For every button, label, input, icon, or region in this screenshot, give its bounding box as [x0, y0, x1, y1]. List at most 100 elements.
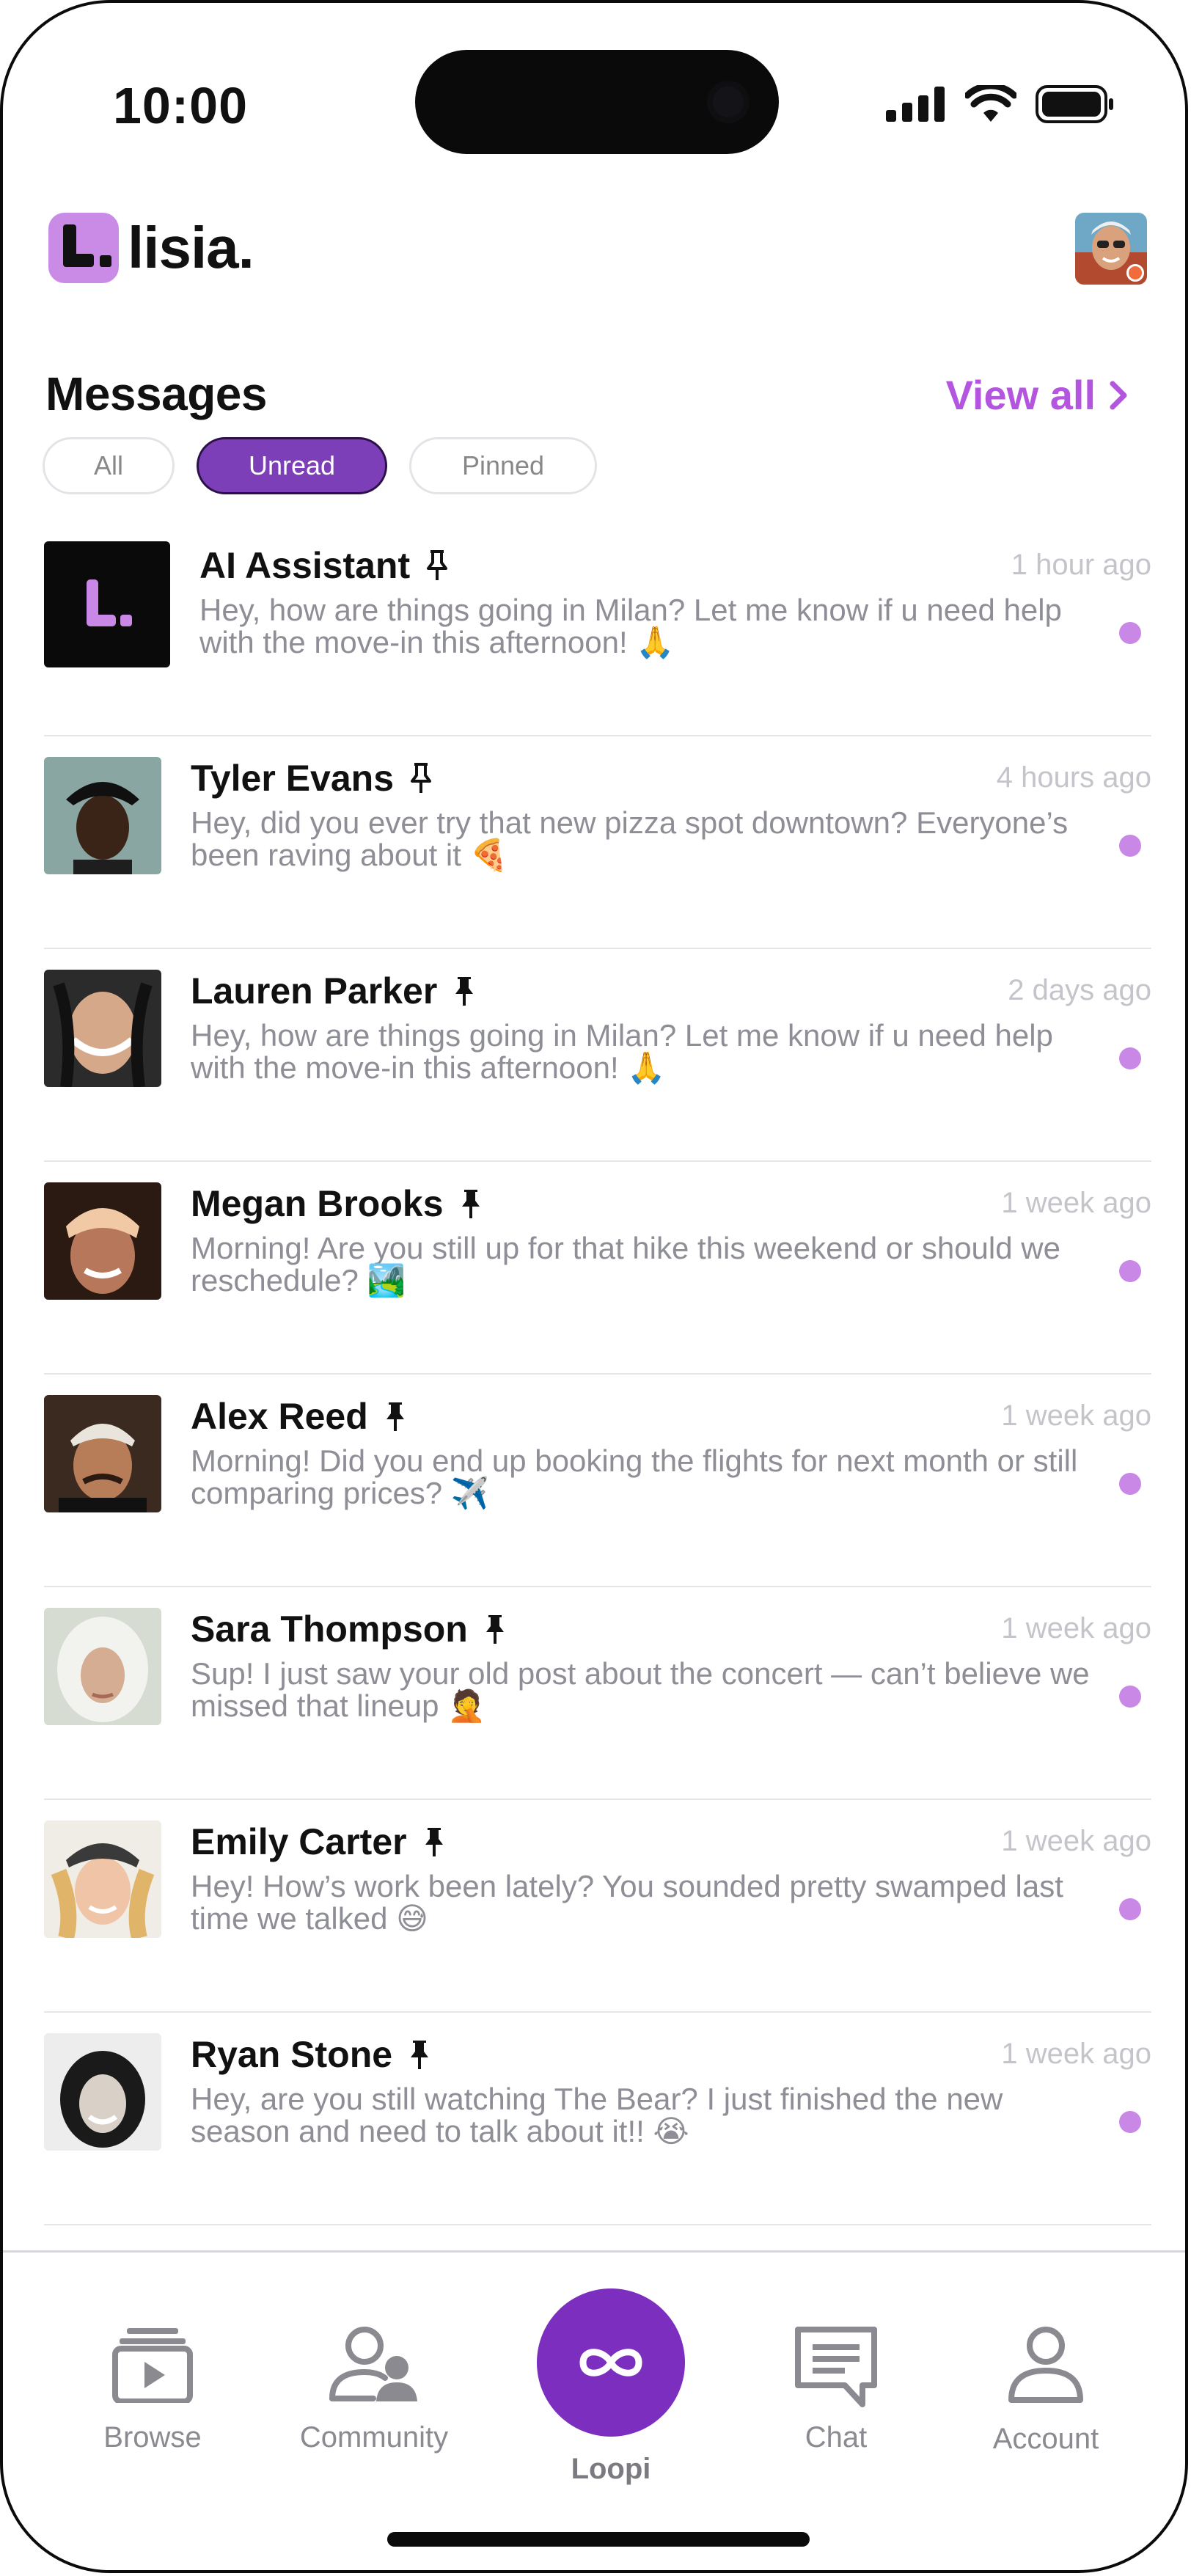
message-time: 1 week ago — [1001, 1187, 1151, 1219]
pin-filled-icon — [455, 977, 474, 1006]
nav-account[interactable]: Account — [958, 2325, 1134, 2456]
avatar-photo — [44, 1821, 161, 1938]
pin-outline-icon — [427, 550, 448, 580]
message-time: 2 days ago — [1008, 974, 1151, 1006]
status-time: 10:00 — [113, 77, 249, 134]
message-row[interactable]: Alex Reed 1 week ago Morning! Did you en… — [44, 1375, 1151, 1587]
avatar-photo — [44, 757, 161, 874]
unread-indicator — [1119, 1686, 1141, 1708]
unread-indicator — [1119, 835, 1141, 857]
camera-icon — [707, 81, 750, 123]
pin-filled-icon — [485, 1615, 504, 1644]
phone-frame: 10:00 lisia. Messages View all All Unrea… — [0, 0, 1188, 2573]
filter-unread[interactable]: Unread — [197, 437, 387, 494]
avatar-photo — [44, 1608, 161, 1725]
contact-name-text: Ryan Stone — [191, 2034, 393, 2075]
message-row[interactable]: Megan Brooks 1 week ago Morning! Are you… — [44, 1162, 1151, 1375]
contact-name: Megan Brooks — [191, 1182, 482, 1225]
filter-tabs: All Unread Pinned — [43, 437, 597, 494]
contact-name: AI Assistant — [199, 544, 448, 587]
chevron-right-icon — [1110, 381, 1127, 409]
contact-name-text: Lauren Parker — [191, 970, 438, 1011]
nav-chat[interactable]: Chat — [748, 2325, 924, 2454]
avatar — [44, 1608, 161, 1725]
unread-indicator — [1119, 1473, 1141, 1495]
messages-title: Messages — [45, 367, 267, 420]
filter-all[interactable]: All — [43, 437, 175, 494]
message-time: 1 week ago — [1001, 2038, 1151, 2070]
home-indicator[interactable] — [387, 2532, 810, 2547]
chat-icon — [795, 2327, 877, 2407]
contact-name: Emily Carter — [191, 1821, 445, 1863]
unread-indicator — [1119, 1898, 1141, 1920]
message-row[interactable]: Sara Thompson 1 week ago Sup! I just saw… — [44, 1587, 1151, 1800]
message-row[interactable]: Tyler Evans 4 hours ago Hey, did you eve… — [44, 736, 1151, 949]
contact-name-text: Emily Carter — [191, 1821, 407, 1862]
nav-community[interactable]: Community — [286, 2325, 462, 2454]
logo-mark-icon — [48, 213, 119, 283]
message-preview: Morning! Did you end up booking the flig… — [191, 1443, 1078, 1510]
message-row[interactable]: Ryan Stone 1 week ago Hey, are you still… — [44, 2013, 1151, 2225]
message-row[interactable]: Lauren Parker 2 days ago Hey, how are th… — [44, 949, 1151, 1162]
contact-name-text: Alex Reed — [191, 1396, 368, 1437]
avatar — [44, 541, 170, 667]
battery-icon — [1036, 85, 1113, 123]
message-preview: Hey, how are things going in Milan? Let … — [199, 593, 1062, 659]
logo-text: lisia. — [128, 215, 254, 280]
avatar — [44, 970, 161, 1087]
contact-name-text: AI Assistant — [199, 545, 411, 586]
message-time: 1 week ago — [1001, 1825, 1151, 1857]
avatar-photo — [44, 1395, 161, 1512]
pin-filled-icon — [425, 1828, 443, 1856]
view-all-label: View all — [945, 372, 1096, 418]
contact-name-text: Tyler Evans — [191, 758, 395, 799]
view-all-link[interactable]: View all — [946, 371, 1128, 419]
nav-browse[interactable]: Browse — [65, 2325, 241, 2454]
nav-community-label: Community — [299, 2421, 449, 2454]
message-preview: Sup! I just saw your old post about the … — [191, 1656, 1090, 1723]
contact-name: Lauren Parker — [191, 970, 475, 1012]
infinity-icon — [579, 2349, 642, 2376]
nav-divider — [3, 2250, 1185, 2253]
loopi-button[interactable] — [537, 2288, 685, 2437]
message-preview: Morning! Are you still up for that hike … — [191, 1231, 1060, 1298]
account-icon — [1008, 2327, 1083, 2403]
app-logo[interactable]: lisia. — [48, 213, 254, 283]
contact-name-text: Sara Thompson — [191, 1609, 468, 1650]
message-preview: Hey, how are things going in Milan? Let … — [191, 1018, 1053, 1085]
avatar — [44, 757, 161, 874]
unread-indicator — [1119, 2111, 1141, 2133]
message-preview: Hey! How’s work been lately? You sounded… — [191, 1869, 1063, 1936]
message-row[interactable]: Emily Carter 1 week ago Hey! How’s work … — [44, 1800, 1151, 2013]
message-list: AI Assistant 1 hour ago Hey, how are thi… — [44, 524, 1151, 2225]
message-time: 4 hours ago — [996, 761, 1151, 794]
unread-indicator — [1119, 1047, 1141, 1069]
wifi-icon — [965, 85, 1016, 122]
pin-filled-icon — [461, 1190, 480, 1218]
community-icon — [329, 2327, 417, 2401]
pin-filled-icon — [411, 2041, 429, 2069]
profile-avatar[interactable] — [1075, 213, 1147, 285]
unread-indicator — [1119, 622, 1141, 644]
status-dot — [1126, 264, 1144, 282]
filter-pinned[interactable]: Pinned — [409, 437, 597, 494]
nav-account-label: Account — [992, 2423, 1099, 2455]
avatar-photo — [44, 970, 161, 1087]
pin-outline-icon — [411, 763, 432, 793]
avatar-photo — [44, 1182, 161, 1300]
message-time: 1 week ago — [1001, 1399, 1151, 1432]
contact-name: Sara Thompson — [191, 1608, 506, 1650]
message-time: 1 hour ago — [1011, 549, 1151, 581]
contact-name: Ryan Stone — [191, 2033, 430, 2076]
avatar — [44, 1182, 161, 1300]
contact-name: Tyler Evans — [191, 757, 432, 799]
status-icons — [886, 85, 1115, 123]
browse-icon — [112, 2328, 193, 2404]
avatar — [44, 1821, 161, 1938]
message-preview: Hey, are you still watching The Bear? I … — [191, 2082, 1003, 2148]
avatar — [44, 2033, 161, 2151]
nav-browse-label: Browse — [103, 2421, 202, 2454]
contact-name-text: Megan Brooks — [191, 1183, 444, 1224]
message-time: 1 week ago — [1001, 1612, 1151, 1644]
message-row[interactable]: AI Assistant 1 hour ago Hey, how are thi… — [44, 524, 1151, 736]
